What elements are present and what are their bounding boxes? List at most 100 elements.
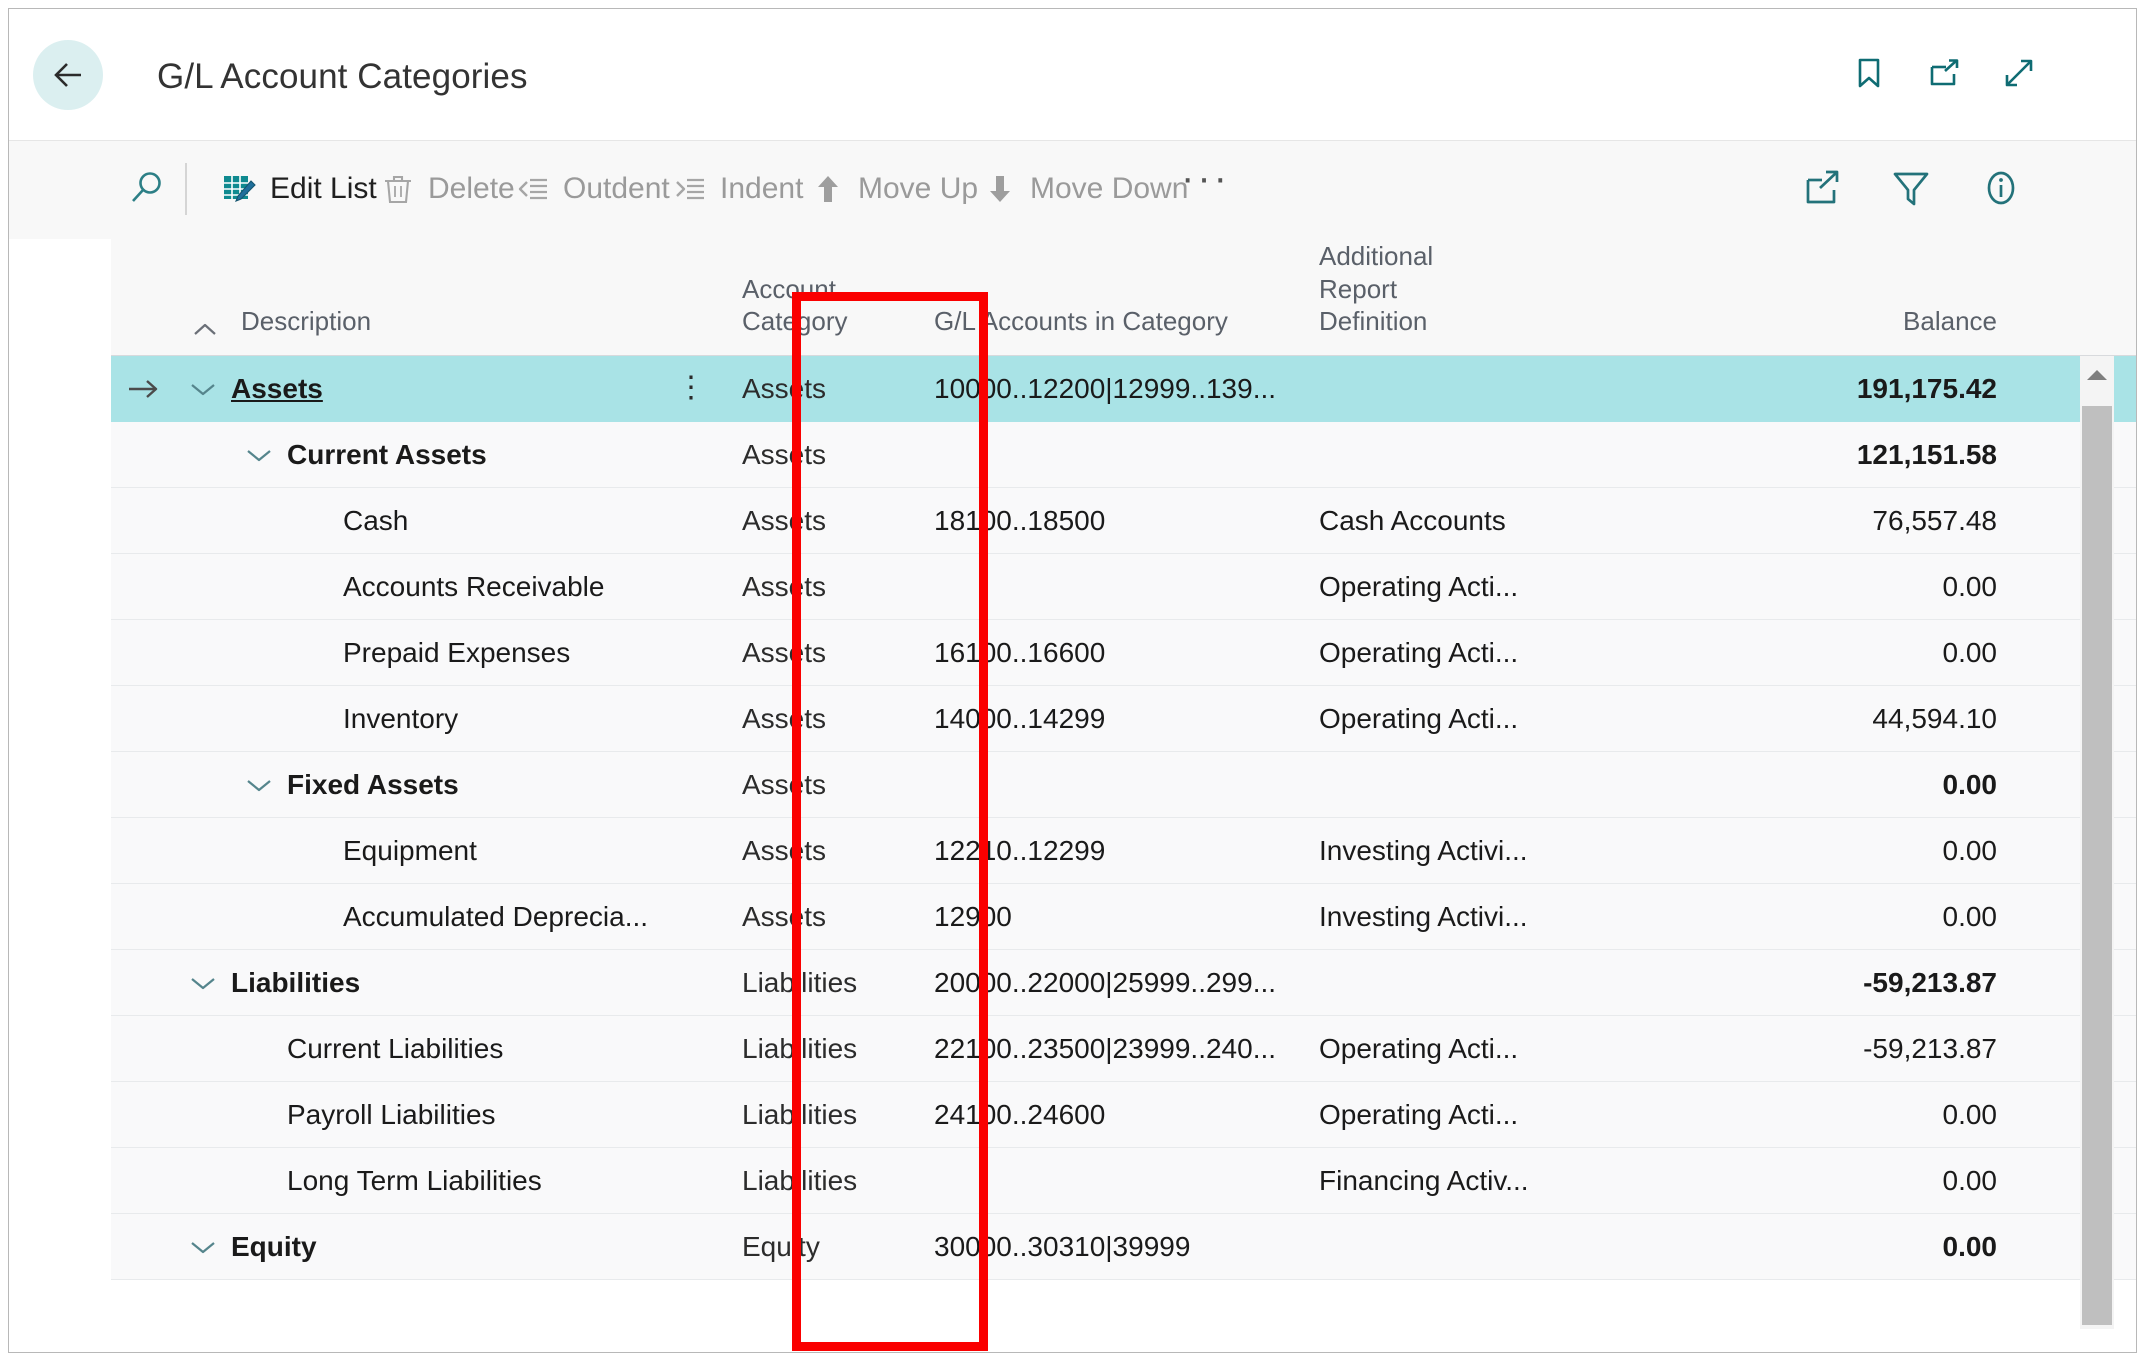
cell-additional-report-definition[interactable]: Operating Acti... xyxy=(1309,1016,1639,1081)
cell-description[interactable]: Prepaid Expenses xyxy=(111,620,724,685)
move-down-button[interactable]: Move Down xyxy=(983,160,1188,218)
cell-description[interactable]: Current Liabilities xyxy=(111,1016,724,1081)
cell-additional-report-definition[interactable]: Operating Acti... xyxy=(1309,1082,1639,1147)
filter-button[interactable] xyxy=(1886,163,1936,213)
cell-balance[interactable]: 0.00 xyxy=(1639,818,2009,883)
back-button[interactable] xyxy=(33,40,103,110)
column-header-additional-report-definition[interactable]: Additional Report Definition xyxy=(1309,240,1639,355)
chevron-down-icon[interactable] xyxy=(231,775,287,795)
move-up-button[interactable]: Move Up xyxy=(811,160,978,218)
cell-gl-accounts[interactable] xyxy=(919,752,1309,817)
cell-description[interactable]: Long Term Liabilities xyxy=(111,1148,724,1213)
cell-gl-accounts[interactable]: 16100..16600 xyxy=(919,620,1309,685)
cell-additional-report-definition[interactable]: Cash Accounts xyxy=(1309,488,1639,553)
scrollbar-thumb[interactable] xyxy=(2082,406,2112,1325)
table-row[interactable]: Equipment Assets 12210..12299 Investing Act… xyxy=(111,818,2136,884)
vertical-scrollbar[interactable] xyxy=(2080,356,2114,1329)
cell-account-category[interactable]: Assets xyxy=(724,356,919,421)
cell-account-category[interactable]: Equity xyxy=(724,1214,919,1279)
table-row[interactable]: Long Term Liabilities Liabilities Financin… xyxy=(111,1148,2136,1214)
cell-balance[interactable]: 44,594.10 xyxy=(1639,686,2009,751)
cell-gl-accounts[interactable]: 14000..14299 xyxy=(919,686,1309,751)
table-row[interactable]: Inventory Assets 14000..14299 Operating Act… xyxy=(111,686,2136,752)
cell-balance[interactable]: 0.00 xyxy=(1639,1148,2009,1213)
cell-gl-accounts[interactable]: 12900 xyxy=(919,884,1309,949)
row-description-label[interactable]: Assets xyxy=(231,373,323,405)
cell-gl-accounts[interactable] xyxy=(919,1148,1309,1213)
sort-ascending-icon[interactable] xyxy=(191,316,219,336)
row-options-icon[interactable]: ⋮ xyxy=(676,373,724,402)
cell-account-category[interactable]: Liabilities xyxy=(724,950,919,1015)
chevron-down-icon[interactable] xyxy=(231,445,287,465)
cell-additional-report-definition[interactable]: Operating Acti... xyxy=(1309,554,1639,619)
column-header-gl-accounts[interactable]: G/L Accounts in Category xyxy=(919,305,1309,355)
cell-balance[interactable]: 0.00 xyxy=(1639,752,2009,817)
cell-additional-report-definition[interactable] xyxy=(1309,356,1639,421)
cell-account-category[interactable]: Assets xyxy=(724,686,919,751)
cell-additional-report-definition[interactable] xyxy=(1309,752,1639,817)
cell-account-category[interactable]: Liabilities xyxy=(724,1148,919,1213)
scroll-up-arrow-icon[interactable] xyxy=(2080,356,2114,394)
cell-gl-accounts[interactable]: 10000..12200|12999..139... xyxy=(919,356,1309,421)
cell-description[interactable]: Liabilities xyxy=(111,950,724,1015)
cell-gl-accounts[interactable]: 18100..18500 xyxy=(919,488,1309,553)
cell-description[interactable]: Cash xyxy=(111,488,724,553)
indent-button[interactable]: Indent xyxy=(673,160,803,218)
info-button[interactable] xyxy=(1976,163,2026,213)
cell-account-category[interactable]: Assets xyxy=(724,752,919,817)
cell-gl-accounts[interactable]: 20000..22000|25999..299... xyxy=(919,950,1309,1015)
table-row[interactable]: Payroll Liabilities Liabilities 24100..246… xyxy=(111,1082,2136,1148)
cell-description[interactable]: Current Assets xyxy=(111,422,724,487)
edit-list-button[interactable]: Edit List xyxy=(221,160,377,218)
cell-gl-accounts[interactable]: 12210..12299 xyxy=(919,818,1309,883)
search-button[interactable] xyxy=(125,160,169,218)
cell-account-category[interactable]: Liabilities xyxy=(724,1082,919,1147)
table-row[interactable]: Current Assets Assets 121,151.58 xyxy=(111,422,2136,488)
chevron-down-icon[interactable] xyxy=(175,973,231,993)
cell-account-category[interactable]: Assets xyxy=(724,422,919,487)
table-row[interactable]: Equity Equity 30000..30310|39999 0.00 xyxy=(111,1214,2136,1280)
cell-additional-report-definition[interactable] xyxy=(1309,950,1639,1015)
delete-button[interactable]: Delete xyxy=(381,160,515,218)
cell-gl-accounts[interactable] xyxy=(919,554,1309,619)
cell-gl-accounts[interactable]: 22100..23500|23999..240... xyxy=(919,1016,1309,1081)
cell-description[interactable]: Accumulated Deprecia... xyxy=(111,884,724,949)
cell-account-category[interactable]: Assets xyxy=(724,488,919,553)
cell-balance[interactable]: 0.00 xyxy=(1639,884,2009,949)
cell-additional-report-definition[interactable] xyxy=(1309,422,1639,487)
cell-description[interactable]: Fixed Assets xyxy=(111,752,724,817)
cell-additional-report-definition[interactable]: Financing Activ... xyxy=(1309,1148,1639,1213)
cell-description[interactable]: Inventory xyxy=(111,686,724,751)
cell-additional-report-definition[interactable]: Operating Acti... xyxy=(1309,686,1639,751)
cell-account-category[interactable]: Liabilities xyxy=(724,1016,919,1081)
cell-balance[interactable]: 0.00 xyxy=(1639,1082,2009,1147)
share-button[interactable] xyxy=(1796,163,1846,213)
cell-description[interactable]: Equity xyxy=(111,1214,724,1279)
cell-balance[interactable]: 121,151.58 xyxy=(1639,422,2009,487)
chevron-down-icon[interactable] xyxy=(175,379,231,399)
cell-additional-report-definition[interactable] xyxy=(1309,1214,1639,1279)
bookmark-button[interactable] xyxy=(1847,51,1891,95)
cell-balance[interactable]: 76,557.48 xyxy=(1639,488,2009,553)
cell-description[interactable]: Accounts Receivable xyxy=(111,554,724,619)
cell-gl-accounts[interactable]: 24100..24600 xyxy=(919,1082,1309,1147)
table-row[interactable]: Accounts Receivable Assets Operating Acti.… xyxy=(111,554,2136,620)
cell-gl-accounts[interactable] xyxy=(919,422,1309,487)
chevron-down-icon[interactable] xyxy=(175,1237,231,1257)
more-options-button[interactable]: ··· xyxy=(1181,149,1230,207)
cell-balance[interactable]: 191,175.42 xyxy=(1639,356,2009,421)
cell-gl-accounts[interactable]: 30000..30310|39999 xyxy=(919,1214,1309,1279)
table-row[interactable]: Prepaid Expenses Assets 16100..16600 Operat… xyxy=(111,620,2136,686)
cell-description[interactable]: Assets ⋮ xyxy=(111,356,724,421)
table-row[interactable]: Accumulated Deprecia... Assets 12900 Invest… xyxy=(111,884,2136,950)
cell-additional-report-definition[interactable]: Investing Activi... xyxy=(1309,818,1639,883)
column-header-balance[interactable]: Balance xyxy=(1639,305,2009,355)
table-row[interactable]: Assets ⋮ Assets 10000..12200|12999..139... 1… xyxy=(111,356,2136,422)
cell-balance[interactable]: -59,213.87 xyxy=(1639,950,2009,1015)
outdent-button[interactable]: Outdent xyxy=(516,160,670,218)
cell-description[interactable]: Payroll Liabilities xyxy=(111,1082,724,1147)
cell-account-category[interactable]: Assets xyxy=(724,818,919,883)
cell-account-category[interactable]: Assets xyxy=(724,620,919,685)
table-row[interactable]: Current Liabilities Liabilities 22100..235… xyxy=(111,1016,2136,1082)
table-row[interactable]: Liabilities Liabilities 20000..22000|25999… xyxy=(111,950,2136,1016)
